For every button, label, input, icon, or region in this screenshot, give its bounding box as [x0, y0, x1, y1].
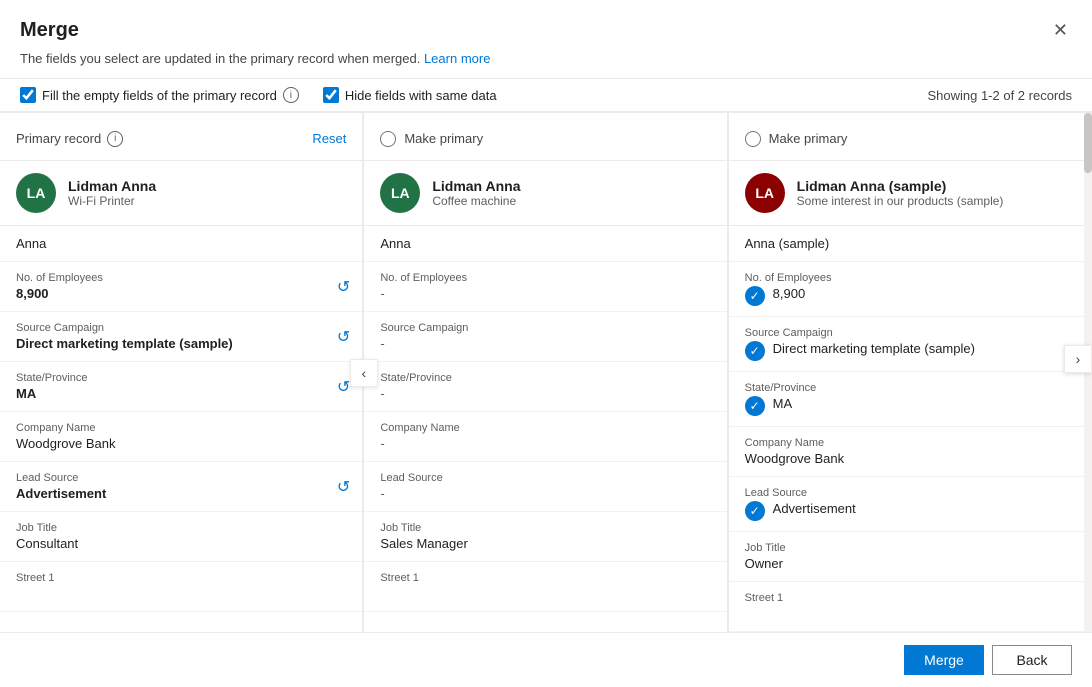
make-primary-1-radio[interactable] — [380, 131, 396, 147]
nav-right-arrow[interactable]: › — [1064, 345, 1092, 373]
primary-avatar: LA — [16, 173, 56, 213]
bottom-bar: Merge Back — [0, 632, 1092, 687]
secondary1-field-source-campaign: Source Campaign - — [364, 312, 726, 362]
revert-lead-source-button[interactable]: ↺ — [337, 477, 350, 497]
secondary2-field-job-title: Job Title Owner — [729, 532, 1091, 582]
reset-link[interactable]: Reset — [312, 131, 346, 146]
back-button[interactable]: Back — [992, 645, 1072, 675]
secondary2-record-details: Lidman Anna (sample) Some interest in ou… — [797, 178, 1004, 208]
right-nav-container: › — [1064, 359, 1092, 387]
check-icon-lead-source: ✓ — [745, 501, 765, 521]
secondary1-field-company: Company Name - — [364, 412, 726, 462]
fill-empty-label: Fill the empty fields of the primary rec… — [42, 88, 277, 103]
make-primary-2-label[interactable]: Make primary — [745, 131, 848, 147]
fill-empty-checkbox[interactable] — [20, 87, 36, 103]
secondary2-field-source-campaign: Source Campaign ✓ Direct marketing templ… — [729, 317, 1091, 372]
revert-source-campaign-button[interactable]: ↺ — [337, 327, 350, 347]
secondary2-simple-name: Anna (sample) — [729, 226, 1091, 262]
merge-modal: Merge ✕ The fields you select are update… — [0, 0, 1092, 687]
primary-field-state: State/Province MA ↺ — [0, 362, 362, 412]
primary-record-sub: Wi-Fi Printer — [68, 194, 156, 208]
primary-record-info: LA Lidman Anna Wi-Fi Printer — [0, 161, 362, 226]
primary-record-label: Primary record — [16, 131, 101, 146]
primary-simple-name: Anna — [0, 226, 362, 262]
primary-field-lead-source: Lead Source Advertisement ↺ — [0, 462, 362, 512]
secondary1-avatar: LA — [380, 173, 420, 213]
scroll-thumb — [1084, 113, 1092, 173]
column-primary: Primary record i Reset LA Lidman Anna Wi… — [0, 113, 363, 632]
secondary2-field-street1: Street 1 — [729, 582, 1091, 632]
revert-employees-button[interactable]: ↺ — [337, 277, 350, 297]
secondary1-field-state: State/Province - — [364, 362, 726, 412]
secondary2-field-employees: No. of Employees ✓ 8,900 — [729, 262, 1091, 317]
primary-field-job-title: Job Title Consultant — [0, 512, 362, 562]
secondary2-avatar: LA — [745, 173, 785, 213]
primary-field-source-campaign: Source Campaign Direct marketing templat… — [0, 312, 362, 362]
check-icon-source-campaign: ✓ — [745, 341, 765, 361]
learn-more-link[interactable]: Learn more — [424, 51, 490, 66]
secondary1-record-info: LA Lidman Anna Coffee machine — [364, 161, 726, 226]
secondary1-record-sub: Coffee machine — [432, 194, 520, 208]
column-secondary-2: Make primary LA Lidman Anna (sample) Som… — [729, 113, 1092, 632]
columns-wrapper: Primary record i Reset LA Lidman Anna Wi… — [0, 112, 1092, 632]
primary-field-street1: Street 1 — [0, 562, 362, 612]
column-secondary-1: Make primary LA Lidman Anna Coffee machi… — [364, 113, 727, 632]
secondary2-column-header: Make primary — [729, 113, 1091, 161]
primary-record-name: Lidman Anna — [68, 178, 156, 194]
secondary1-field-lead-source: Lead Source - — [364, 462, 726, 512]
hide-same-checkbox[interactable] — [323, 87, 339, 103]
records-count: Showing 1-2 of 2 records — [927, 88, 1072, 103]
secondary1-field-employees: No. of Employees - — [364, 262, 726, 312]
modal-title: Merge — [20, 19, 79, 42]
secondary1-record-details: Lidman Anna Coffee machine — [432, 178, 520, 208]
options-bar: Fill the empty fields of the primary rec… — [0, 78, 1092, 112]
secondary1-record-name: Lidman Anna — [432, 178, 520, 194]
primary-field-employees: No. of Employees 8,900 ↺ — [0, 262, 362, 312]
secondary1-simple-name: Anna — [364, 226, 726, 262]
check-icon-state: ✓ — [745, 396, 765, 416]
revert-state-button[interactable]: ↺ — [337, 377, 350, 397]
secondary1-field-job-title: Job Title Sales Manager — [364, 512, 726, 562]
primary-column-header: Primary record i Reset — [0, 113, 362, 161]
primary-label: Primary record i — [16, 131, 123, 147]
fill-empty-checkbox-label[interactable]: Fill the empty fields of the primary rec… — [20, 87, 299, 103]
secondary2-record-info: LA Lidman Anna (sample) Some interest in… — [729, 161, 1091, 226]
merge-button[interactable]: Merge — [904, 645, 984, 675]
close-icon: ✕ — [1053, 20, 1068, 41]
make-primary-2-radio[interactable] — [745, 131, 761, 147]
modal-header: Merge ✕ — [0, 0, 1092, 49]
primary-record-details: Lidman Anna Wi-Fi Printer — [68, 178, 156, 208]
secondary2-field-company: Company Name Woodgrove Bank — [729, 427, 1091, 477]
fill-empty-info-icon: i — [283, 87, 299, 103]
secondary2-field-lead-source: Lead Source ✓ Advertisement — [729, 477, 1091, 532]
secondary2-record-sub: Some interest in our products (sample) — [797, 194, 1004, 208]
hide-same-checkbox-label[interactable]: Hide fields with same data — [323, 87, 497, 103]
secondary2-record-name: Lidman Anna (sample) — [797, 178, 1004, 194]
make-primary-2-text: Make primary — [769, 131, 848, 146]
secondary1-field-street1: Street 1 — [364, 562, 726, 612]
nav-left-arrow[interactable]: ‹ — [350, 359, 378, 387]
close-button[interactable]: ✕ — [1049, 16, 1072, 45]
secondary2-field-state: State/Province ✓ MA — [729, 372, 1091, 427]
modal-subtitle: The fields you select are updated in the… — [0, 49, 1092, 78]
check-icon-employees: ✓ — [745, 286, 765, 306]
make-primary-1-label[interactable]: Make primary — [380, 131, 483, 147]
make-primary-1-text: Make primary — [404, 131, 483, 146]
primary-info-icon: i — [107, 131, 123, 147]
secondary1-column-header: Make primary — [364, 113, 726, 161]
primary-field-company: Company Name Woodgrove Bank — [0, 412, 362, 462]
hide-same-label: Hide fields with same data — [345, 88, 497, 103]
